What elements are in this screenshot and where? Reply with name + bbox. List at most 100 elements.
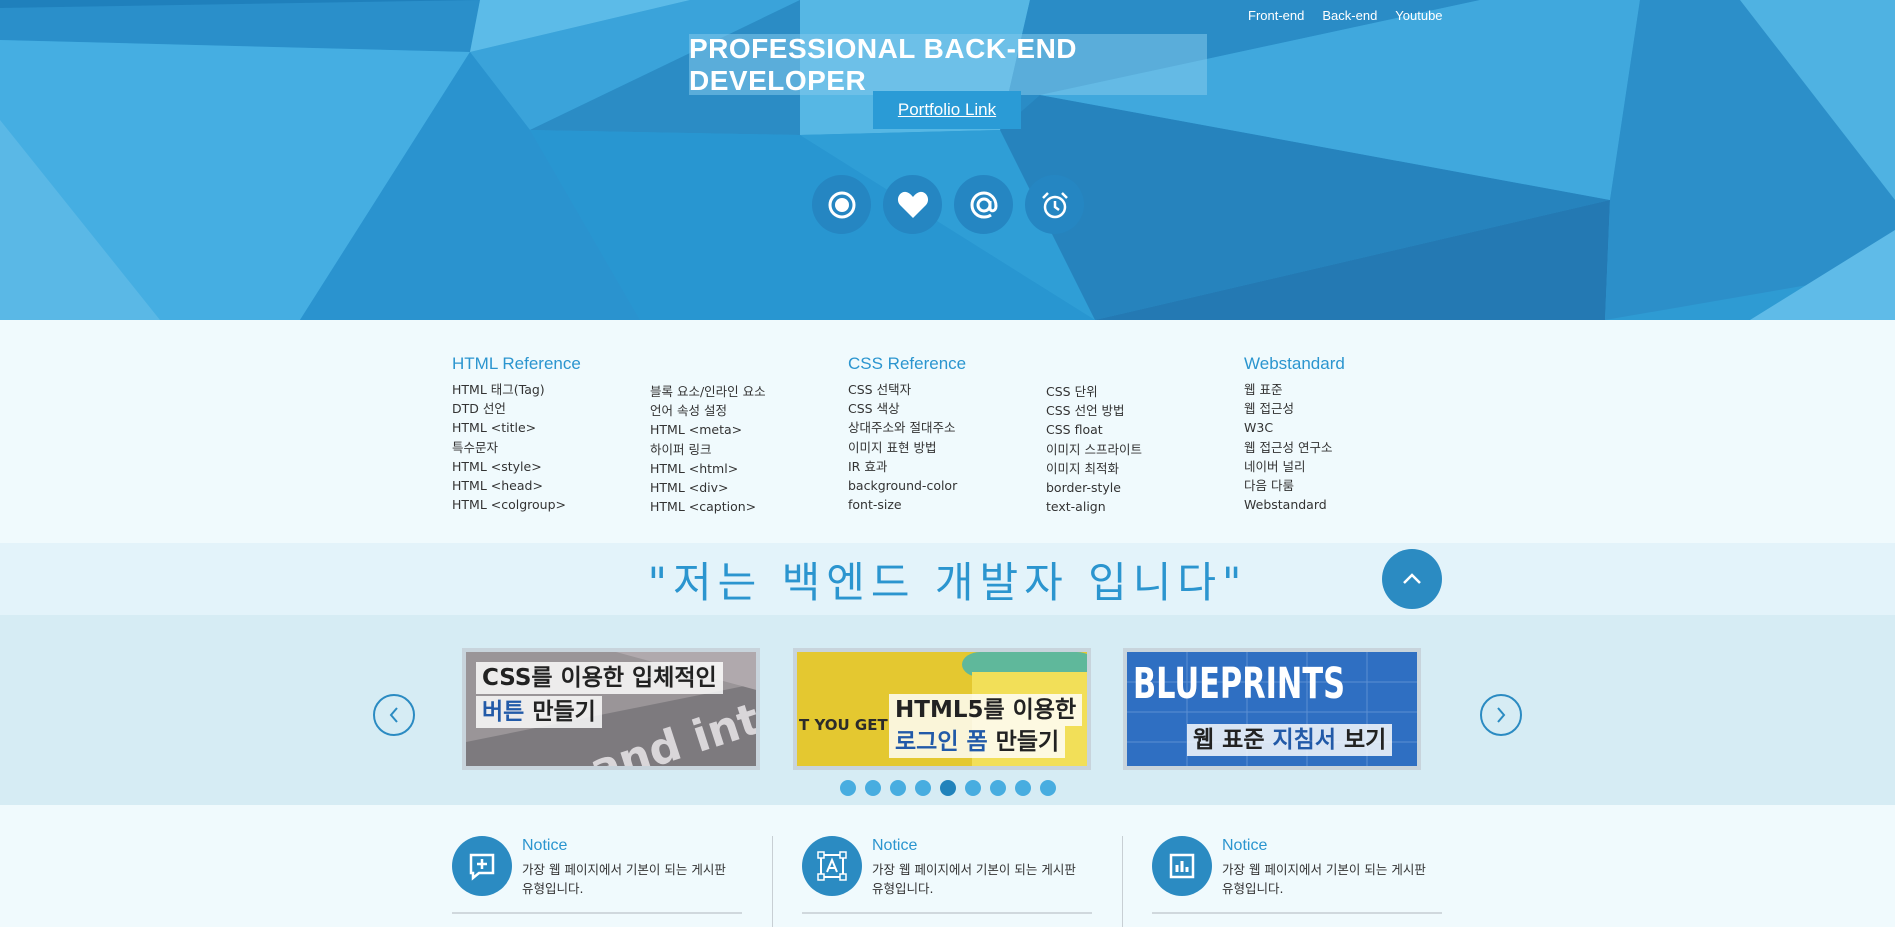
chevron-left-icon (389, 707, 398, 723)
reference-link[interactable]: HTML 태그(Tag) (452, 380, 581, 399)
slider-dot[interactable] (940, 780, 956, 796)
quote-bar: "저는 백엔드 개발자 입니다" (0, 543, 1895, 615)
alarm-icon[interactable] (1025, 175, 1084, 234)
slider-dot[interactable] (1015, 780, 1031, 796)
notice-section: Notice 가장 웹 페이지에서 기본이 되는 게시판 유형입니다. Noti… (452, 832, 1442, 927)
reference-link[interactable]: DTD 선언 (452, 399, 581, 418)
html-reference-title: HTML Reference (452, 354, 581, 373)
notice-desc: 가장 웹 페이지에서 기본이 되는 게시판 유형입니다. (872, 862, 1076, 896)
slide-css-button[interactable]: and inte CSS를 이용한 입체적인 버튼 만들기 (462, 648, 760, 770)
notice-title: Notice (522, 837, 568, 854)
reference-link[interactable]: CSS 선언 방법 (1046, 401, 1142, 420)
reference-link[interactable]: IR 효과 (848, 457, 966, 476)
html-reference-column-2: 블록 요소/인라인 요소 언어 속성 설정 HTML <meta> 하이퍼 링크 HTM… (650, 382, 766, 516)
reference-link[interactable]: HTML <title> (452, 418, 581, 437)
reference-link[interactable]: HTML <caption> (650, 497, 766, 516)
bar-chart-icon (1152, 836, 1212, 896)
reference-link[interactable]: 특수문자 (452, 438, 581, 457)
reference-link[interactable]: 이미지 표현 방법 (848, 438, 966, 457)
slider-dot[interactable] (1040, 780, 1056, 796)
record-icon[interactable] (812, 175, 871, 234)
slider-dot[interactable] (840, 780, 856, 796)
notice-title: Notice (1222, 837, 1268, 854)
notice-underline (1152, 912, 1442, 914)
notice-underline (802, 912, 1092, 914)
quote-text: "저는 백엔드 개발자 입니다" (647, 557, 1248, 607)
nav-link-frontend[interactable]: Front-end (1248, 8, 1304, 23)
chevron-up-icon (1403, 573, 1421, 584)
reference-link[interactable]: HTML <colgroup> (452, 495, 581, 514)
reference-link[interactable]: W3C (1244, 418, 1345, 437)
slide-bg-text: T YOU GET (799, 716, 888, 734)
nav-link-backend[interactable]: Back-end (1322, 8, 1377, 23)
hero-title: PROFESSIONAL BACK-END DEVELOPER (689, 33, 1207, 96)
css-reference-title: CSS Reference (848, 354, 967, 373)
reference-link[interactable]: 하이퍼 링크 (650, 440, 766, 459)
reference-link[interactable]: CSS float (1046, 420, 1142, 439)
slider-dot[interactable] (990, 780, 1006, 796)
text-box-icon (802, 836, 862, 896)
scroll-top-button[interactable] (1382, 549, 1442, 609)
notice-card[interactable]: Notice 가장 웹 페이지에서 기본이 되는 게시판 유형입니다. (802, 832, 1092, 914)
slider-dot[interactable] (915, 780, 931, 796)
reference-link[interactable]: 네이버 널리 (1244, 457, 1345, 476)
slide-blueprints[interactable]: BLUEPRINTS 웹 표준 지침서 보기 (1123, 648, 1421, 770)
reference-link[interactable]: HTML <html> (650, 459, 766, 478)
reference-link[interactable]: 웹 접근성 연구소 (1244, 438, 1345, 457)
reference-link[interactable]: HTML <meta> (650, 420, 766, 439)
reference-link[interactable]: text-align (1046, 497, 1142, 516)
css-reference-column-2: CSS 단위 CSS 선언 방법 CSS float 이미지 스프라이트 이미지 최적화… (1046, 382, 1142, 516)
notice-desc: 가장 웹 페이지에서 기본이 되는 게시판 유형입니다. (1222, 862, 1426, 896)
notice-underline (452, 912, 742, 914)
hero-icon-row (812, 175, 1084, 234)
reference-link[interactable]: CSS 단위 (1046, 382, 1142, 401)
slider-dot[interactable] (965, 780, 981, 796)
reference-link[interactable]: HTML <div> (650, 478, 766, 497)
webstandard-title: Webstandard (1244, 354, 1345, 373)
reference-link[interactable]: 상대주소와 절대주소 (848, 418, 966, 437)
reference-link[interactable]: 웹 표준 (1244, 380, 1345, 399)
reference-link[interactable]: CSS 선택자 (848, 380, 966, 399)
nav-link-youtube[interactable]: Youtube (1395, 8, 1442, 23)
slider-pagination (840, 780, 1056, 796)
webstandard-column: Webstandard 웹 표준 웹 접근성 W3C 웹 접근성 연구소 네이버 널리 다… (1244, 354, 1345, 514)
reference-link[interactable]: 이미지 스프라이트 (1046, 440, 1142, 459)
reference-link[interactable]: HTML <head> (452, 476, 581, 495)
reference-link[interactable]: border-style (1046, 478, 1142, 497)
slide-caption-line1: HTML5를 이용한 (889, 694, 1083, 726)
slider-prev-button[interactable] (373, 694, 415, 736)
slider-next-button[interactable] (1480, 694, 1522, 736)
notice-desc: 가장 웹 페이지에서 기본이 되는 게시판 유형입니다. (522, 862, 726, 896)
slide-caption-line2: 버튼 만들기 (476, 696, 602, 728)
reference-link[interactable]: HTML <style> (452, 457, 581, 476)
slider-dot[interactable] (865, 780, 881, 796)
slide-title-text: BLUEPRINTS (1133, 659, 1345, 709)
html-reference-list: HTML 태그(Tag) DTD 선언 HTML <title> 특수문자 HTML <… (452, 380, 581, 514)
notice-card[interactable]: Notice 가장 웹 페이지에서 기본이 되는 게시판 유형입니다. (452, 832, 742, 914)
css-reference-list: CSS 선택자 CSS 색상 상대주소와 절대주소 이미지 표현 방법 IR 효과 bac… (848, 380, 966, 514)
html-reference-column: HTML Reference HTML 태그(Tag) DTD 선언 HTML <t… (452, 354, 581, 514)
reference-link[interactable]: 다음 다룸 (1244, 476, 1345, 495)
slide-html5-login[interactable]: T YOU GET HTML5를 이용한 로그인 폼 만들기 (793, 648, 1091, 770)
slide-caption-line2: 로그인 폼 만들기 (889, 726, 1066, 758)
css-reference-list-2: CSS 단위 CSS 선언 방법 CSS float 이미지 스프라이트 이미지 최적화… (1046, 382, 1142, 516)
reference-link[interactable]: 언어 속성 설정 (650, 401, 766, 420)
html-reference-list-2: 블록 요소/인라인 요소 언어 속성 설정 HTML <meta> 하이퍼 링크 HTM… (650, 382, 766, 516)
reference-link[interactable]: font-size (848, 495, 966, 514)
reference-link[interactable]: Webstandard (1244, 495, 1345, 514)
notice-card[interactable]: Notice 가장 웹 페이지에서 기본이 되는 게시판 유형입니다. (1152, 832, 1442, 914)
reference-section: HTML Reference HTML 태그(Tag) DTD 선언 HTML <t… (452, 354, 1442, 514)
portfolio-link-button[interactable]: Portfolio Link (873, 91, 1021, 129)
at-icon[interactable] (954, 175, 1013, 234)
reference-link[interactable]: 웹 접근성 (1244, 399, 1345, 418)
webstandard-list: 웹 표준 웹 접근성 W3C 웹 접근성 연구소 네이버 널리 다음 다룸 Webstand… (1244, 380, 1345, 514)
notice-title: Notice (872, 837, 918, 854)
slider-dot[interactable] (890, 780, 906, 796)
slide-caption-line2: 웹 표준 지침서 보기 (1187, 724, 1393, 756)
heart-icon[interactable] (883, 175, 942, 234)
reference-link[interactable]: CSS 색상 (848, 399, 966, 418)
reference-link[interactable]: 블록 요소/인라인 요소 (650, 382, 766, 401)
reference-link[interactable]: background-color (848, 476, 966, 495)
chevron-right-icon (1497, 707, 1506, 723)
reference-link[interactable]: 이미지 최적화 (1046, 459, 1142, 478)
